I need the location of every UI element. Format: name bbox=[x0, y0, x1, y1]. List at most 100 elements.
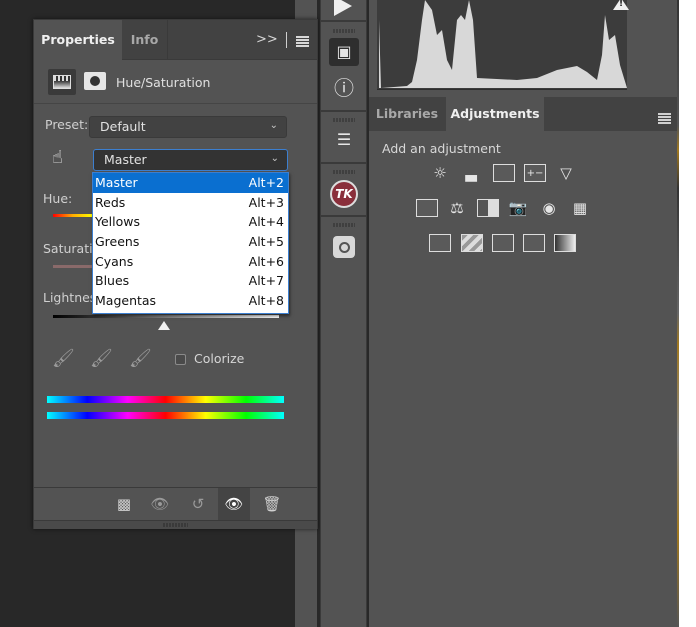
selective-color-icon[interactable] bbox=[523, 234, 545, 252]
levels-icon[interactable]: ▃ bbox=[460, 164, 482, 182]
saturation-slider[interactable] bbox=[53, 265, 93, 268]
view-previous-icon[interactable]: 👁 bbox=[144, 488, 176, 520]
hue-label: Hue: bbox=[43, 191, 73, 206]
stamp-list-icon[interactable]: ☰ bbox=[329, 126, 359, 154]
chevron-down-icon: ⌄ bbox=[269, 120, 278, 131]
eyedropper-subtract-icon[interactable]: 🖌 bbox=[129, 348, 152, 369]
option-shortcut: Alt+3 bbox=[248, 194, 284, 210]
colorize-label: Colorize bbox=[194, 351, 245, 366]
tk-plugin-icon[interactable]: TK bbox=[330, 180, 358, 208]
channel-select[interactable]: Master ⌄ bbox=[93, 149, 288, 171]
dropdown-option-magentas[interactable]: Magentas Alt+8 bbox=[93, 291, 288, 311]
hue-saturation-layer-icon[interactable] bbox=[48, 69, 76, 95]
add-adjustment-label: Add an adjustment bbox=[382, 141, 501, 156]
lightness-slider-thumb[interactable] bbox=[158, 321, 170, 330]
instagram-icon[interactable] bbox=[333, 236, 355, 258]
option-shortcut: Alt+2 bbox=[248, 175, 284, 190]
dropdown-option-cyans[interactable]: Cyans Alt+6 bbox=[93, 252, 288, 272]
canvas-area bbox=[679, 0, 696, 627]
3d-icon[interactable]: ▣ bbox=[329, 38, 359, 66]
colorize-checkbox[interactable] bbox=[175, 354, 186, 365]
dropdown-option-greens[interactable]: Greens Alt+5 bbox=[93, 232, 288, 252]
option-label: Cyans bbox=[95, 253, 134, 269]
color-balance-icon[interactable]: ⚖ bbox=[446, 199, 468, 217]
hue-saturation-icon[interactable] bbox=[416, 199, 438, 217]
strip-divider bbox=[321, 162, 366, 164]
option-label: Greens bbox=[95, 234, 140, 250]
black-white-icon[interactable] bbox=[477, 199, 499, 217]
invert-icon[interactable] bbox=[429, 234, 451, 252]
dropdown-option-reds[interactable]: Reds Alt+3 bbox=[93, 193, 288, 213]
panel-menu-icon[interactable] bbox=[658, 113, 671, 125]
eyedropper-add-icon[interactable]: 🖌 bbox=[90, 348, 113, 369]
preset-label: Preset: bbox=[45, 117, 89, 132]
option-shortcut: Alt+7 bbox=[248, 273, 284, 289]
collapse-panel-button[interactable]: >> bbox=[256, 32, 278, 47]
dropdown-option-master[interactable]: Master Alt+2 bbox=[93, 173, 288, 193]
reset-icon[interactable]: ↺ bbox=[182, 488, 214, 520]
chevron-down-icon: ⌄ bbox=[270, 153, 279, 164]
visibility-eye-icon[interactable]: 👁 bbox=[218, 488, 250, 520]
option-shortcut: Alt+5 bbox=[248, 234, 284, 250]
dropdown-option-yellows[interactable]: Yellows Alt+4 bbox=[93, 212, 288, 232]
trash-icon[interactable]: 🗑 bbox=[256, 488, 288, 520]
output-color-bar bbox=[47, 412, 284, 419]
clip-to-layer-icon[interactable]: ▩ bbox=[108, 488, 140, 520]
right-tab-bar: Libraries Adjustments bbox=[369, 97, 677, 131]
hue-slider[interactable] bbox=[53, 214, 93, 217]
lightness-slider[interactable] bbox=[53, 315, 279, 318]
warning-icon[interactable] bbox=[613, 0, 629, 10]
gradient-map-icon[interactable] bbox=[554, 234, 576, 252]
tab-adjustments[interactable]: Adjustments bbox=[446, 97, 544, 131]
brightness-contrast-icon[interactable]: ☼ bbox=[429, 164, 451, 182]
option-shortcut: Alt+8 bbox=[248, 293, 284, 309]
option-shortcut: Alt+6 bbox=[248, 253, 284, 269]
right-panel: Libraries Adjustments Add an adjustment … bbox=[369, 0, 677, 627]
preset-select[interactable]: Default ⌄ bbox=[89, 116, 287, 138]
histogram bbox=[377, 0, 629, 90]
option-label: Yellows bbox=[95, 214, 140, 230]
option-shortcut: Alt+4 bbox=[248, 214, 284, 230]
properties-footer: ▩ 👁 ↺ 👁 🗑 bbox=[34, 487, 317, 520]
vibrance-icon[interactable]: ▽ bbox=[555, 164, 577, 182]
adjustment-title: Hue/Saturation bbox=[116, 75, 211, 90]
properties-tab-bar: Properties Info >> bbox=[34, 20, 317, 60]
panel-icon-strip: ▣ ⓘ ☰ TK bbox=[320, 0, 367, 627]
photoshop-workspace: Properties Info >> Hue/Saturation Preset… bbox=[0, 0, 696, 627]
layer-mask-icon[interactable] bbox=[84, 72, 106, 90]
channel-value: Master bbox=[104, 152, 147, 167]
eyedropper-icon[interactable]: 🖌 bbox=[52, 348, 75, 369]
tab-properties[interactable]: Properties bbox=[34, 20, 122, 60]
posterize-icon[interactable] bbox=[461, 234, 483, 252]
color-lookup-icon[interactable]: ▦ bbox=[569, 199, 591, 217]
option-label: Blues bbox=[95, 273, 130, 289]
input-color-bar bbox=[47, 396, 284, 403]
strip-grip[interactable] bbox=[333, 170, 355, 174]
histogram-graph bbox=[379, 0, 627, 88]
tab-info[interactable]: Info bbox=[122, 20, 168, 60]
panel-resize-grip[interactable] bbox=[34, 520, 317, 529]
option-label: Master bbox=[95, 175, 138, 190]
option-label: Reds bbox=[95, 194, 126, 210]
strip-grip[interactable] bbox=[333, 223, 355, 227]
threshold-icon[interactable] bbox=[492, 234, 514, 252]
strip-grip[interactable] bbox=[333, 118, 355, 122]
play-icon[interactable] bbox=[334, 0, 352, 16]
tab-libraries[interactable]: Libraries bbox=[369, 97, 445, 131]
strip-grip[interactable] bbox=[333, 29, 355, 33]
channel-dropdown-list: Master Alt+2 Reds Alt+3 Yellows Alt+4 Green… bbox=[92, 172, 289, 314]
adjustment-header: Hue/Saturation bbox=[34, 61, 317, 104]
panel-menu-icon[interactable] bbox=[296, 36, 309, 48]
exposure-icon[interactable]: +− bbox=[524, 164, 546, 182]
option-label: Magentas bbox=[95, 293, 157, 309]
curves-icon[interactable] bbox=[493, 164, 515, 182]
photo-filter-icon[interactable]: 📷 bbox=[507, 199, 529, 217]
strip-divider bbox=[321, 215, 366, 217]
targeted-adjustment-hand-icon[interactable]: ☝ bbox=[52, 147, 63, 168]
preset-value: Default bbox=[100, 119, 146, 134]
strip-divider bbox=[321, 20, 366, 22]
channel-mixer-icon[interactable]: ◉ bbox=[538, 199, 560, 217]
dropdown-option-blues[interactable]: Blues Alt+7 bbox=[93, 271, 288, 291]
info-icon[interactable]: ⓘ bbox=[329, 74, 359, 102]
strip-divider bbox=[321, 110, 366, 112]
